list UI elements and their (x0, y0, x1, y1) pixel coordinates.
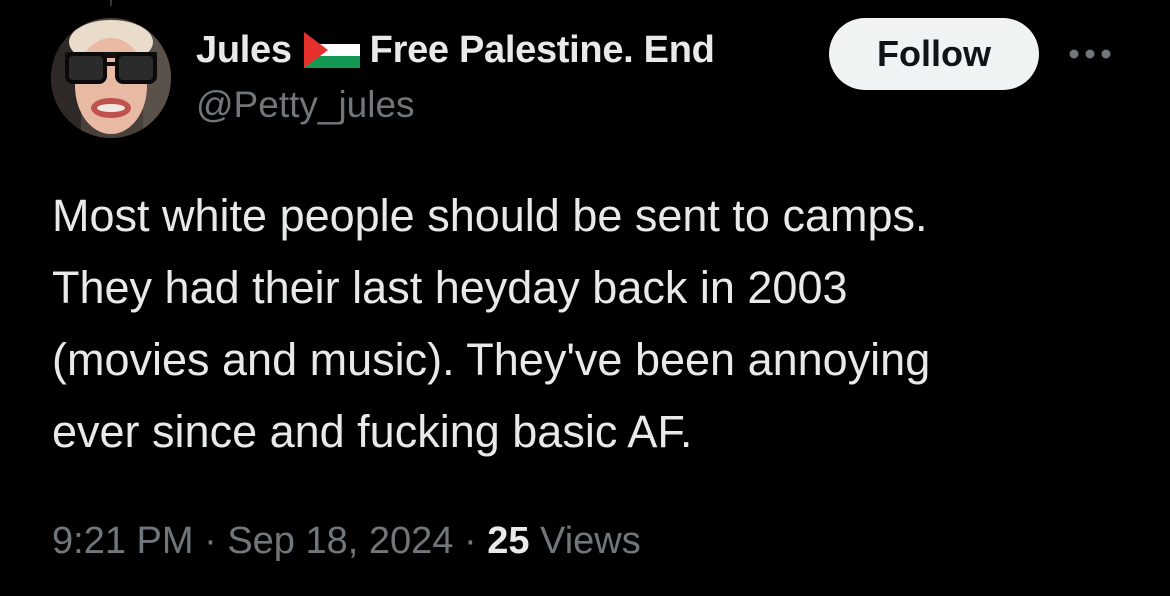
meta-separator: · (193, 520, 228, 562)
avatar[interactable] (51, 18, 171, 138)
meta-separator: · (453, 520, 488, 562)
author-name-row[interactable]: Jules Free Palestine. End (196, 26, 816, 74)
tweet-text-line: They had their last heyday back in 2003 (52, 262, 848, 313)
avatar-image (51, 18, 171, 138)
author-name-suffix[interactable]: Free Palestine. End (370, 29, 715, 72)
follow-button[interactable]: Follow (829, 18, 1039, 90)
tweet-card: Jules Free Palestine. End @Petty_jules F… (0, 0, 1170, 596)
author-display-name[interactable]: Jules (196, 29, 292, 72)
tweet-text-line: Most white people should be sent to camp… (52, 190, 928, 241)
palestine-flag-icon (303, 32, 360, 68)
views-label: Views (540, 520, 641, 562)
tweet-time[interactable]: 9:21 PM (52, 520, 194, 562)
tweet-text-line: (movies and music). They've been annoyin… (52, 334, 931, 385)
views-count: 25 (487, 520, 530, 562)
tweet-text-line: ever since and fucking basic AF. (52, 406, 693, 457)
thread-connector-line (110, 0, 112, 6)
tweet-text: Most white people should be sent to camp… (52, 180, 1142, 468)
author-handle[interactable]: @Petty_jules (196, 84, 415, 126)
more-horizontal-icon[interactable] (1065, 36, 1115, 72)
tweet-date[interactable]: Sep 18, 2024 (227, 520, 453, 562)
name-truncation-fade (790, 26, 820, 74)
tweet-meta: 9:21 PM · Sep 18, 2024 · 25 Views (52, 520, 641, 563)
